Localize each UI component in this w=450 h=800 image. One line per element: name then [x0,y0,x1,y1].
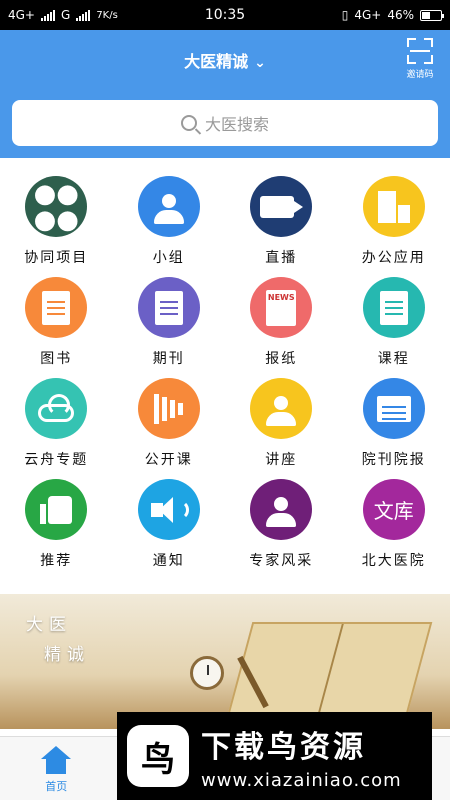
status-bar-right: ▯ 4G+ 46% [341,8,444,22]
journal-icon [137,277,200,338]
grid-item-courses[interactable]: 课程 [338,267,450,368]
thumbs-up-icon [25,479,88,540]
invite-code-button[interactable]: 邀请码 [404,38,436,80]
grid-item-newspapers[interactable]: NEWS 报纸 [225,267,338,368]
banner-line-2: 精诚 [44,645,90,665]
network-type-left: 4G+ [8,8,35,22]
group-icon: ●● ●● [25,176,88,237]
grid-item-notice[interactable]: 通知 [113,469,226,570]
banner-title: 大医 精诚 [26,610,90,670]
grid-item-label: 办公应用 [361,250,426,266]
grid-item-label: 讲座 [265,452,298,468]
carrier-label: G [61,8,71,22]
org-selector[interactable]: 大医精诚 ⌄ [0,48,450,72]
grid-item-pku-hospital[interactable]: 文库 北大医院 [338,469,450,570]
network-speed: 7K/s [96,9,118,21]
grid-item-yunzhou-topics[interactable]: 云舟专题 [0,368,113,469]
grid-item-label: 推荐 [40,553,73,569]
battery-icon [420,9,444,21]
cloud-icon [25,378,88,439]
invite-code-label: 邀请码 [406,70,434,80]
app-grid: ●● ●● 协同项目 小组 直播 办公应用 图书 期刊 NEWS 报纸 课程 云… [0,166,450,582]
tab-home-label: 首页 [45,780,68,793]
network-type-right: 4G+ [354,8,382,22]
header: 大医精诚 ⌄ 邀请码 大医搜索 [0,30,450,158]
watermark-title: 下载鸟资源 [201,729,366,765]
grid-item-experts[interactable]: 专家风采 [225,469,338,570]
expert-icon [250,479,313,540]
watermark-url: www.xiazainiao.com [201,769,402,791]
grid-item-label: 协同项目 [24,250,89,266]
grid-item-journals[interactable]: 期刊 [113,267,226,368]
grid-item-label: 公开课 [144,452,193,468]
watermark-overlay: 鸟 下载鸟资源 www.xiazainiao.com [117,712,432,800]
library-icon: 文库 [362,479,425,540]
grid-item-label: 通知 [152,553,185,569]
grid-item-recommend[interactable]: 推荐 [0,469,113,570]
news-tag: NEWS [267,292,295,302]
grid-item-books[interactable]: 图书 [0,267,113,368]
grid-item-label: 院刊院报 [361,452,426,468]
header-title: 大医精诚 [184,52,249,71]
grid-item-collab-project[interactable]: ●● ●● 协同项目 [0,166,113,267]
clock-illustration [190,656,224,690]
grid-item-label: 专家风采 [249,553,314,569]
signal-icon [41,9,55,21]
grid-item-office-apps[interactable]: 办公应用 [338,166,450,267]
search-input[interactable]: 大医搜索 [12,100,438,146]
watermark-logo: 鸟 [127,725,189,787]
scan-icon [407,38,433,64]
grid-item-label: 直播 [265,250,298,266]
vibrate-icon: ▯ [341,8,349,22]
grid-item-label: 云舟专题 [24,452,89,468]
user-icon [137,176,200,237]
open-class-icon [137,378,200,439]
grid-item-group[interactable]: 小组 [113,166,226,267]
battery-fill [422,11,431,19]
course-icon [362,277,425,338]
promo-banner[interactable]: 大医 精诚 [0,594,450,729]
signal-icon-2 [76,9,91,21]
grid-item-label: 报纸 [265,351,298,367]
newspaper-icon: NEWS [250,277,313,338]
search-placeholder: 大医搜索 [204,115,269,134]
grid-item-label: 期刊 [152,351,185,367]
grid-item-label: 课程 [377,351,410,367]
camera-icon [250,176,313,237]
grid-item-label: 北大医院 [361,553,426,569]
bulletin-icon [362,378,425,439]
grid-item-lecture[interactable]: 讲座 [225,368,338,469]
battery-percent: 46% [387,8,414,22]
grid-item-open-class[interactable]: 公开课 [113,368,226,469]
chevron-down-icon: ⌄ [254,55,266,71]
book-icon [25,277,88,338]
speaker-icon [137,479,200,540]
grid-item-label: 小组 [152,250,185,266]
building-icon [362,176,425,237]
home-icon [41,746,72,774]
lecture-icon [250,378,313,439]
banner-line-1: 大医 [26,615,72,635]
library-tag: 文库 [373,499,414,523]
grid-item-label: 图书 [40,351,73,367]
grid-item-hospital-bulletin[interactable]: 院刊院报 [338,368,450,469]
tab-home[interactable]: 首页 [0,737,113,800]
status-bar-left: 4G+ G 7K/s [8,8,188,22]
watermark-text: 下载鸟资源 www.xiazainiao.com [201,722,402,791]
grid-item-live[interactable]: 直播 [225,166,338,267]
status-bar: 4G+ G 7K/s 10:35 ▯ 4G+ 46% [0,0,450,30]
search-icon [180,115,197,131]
